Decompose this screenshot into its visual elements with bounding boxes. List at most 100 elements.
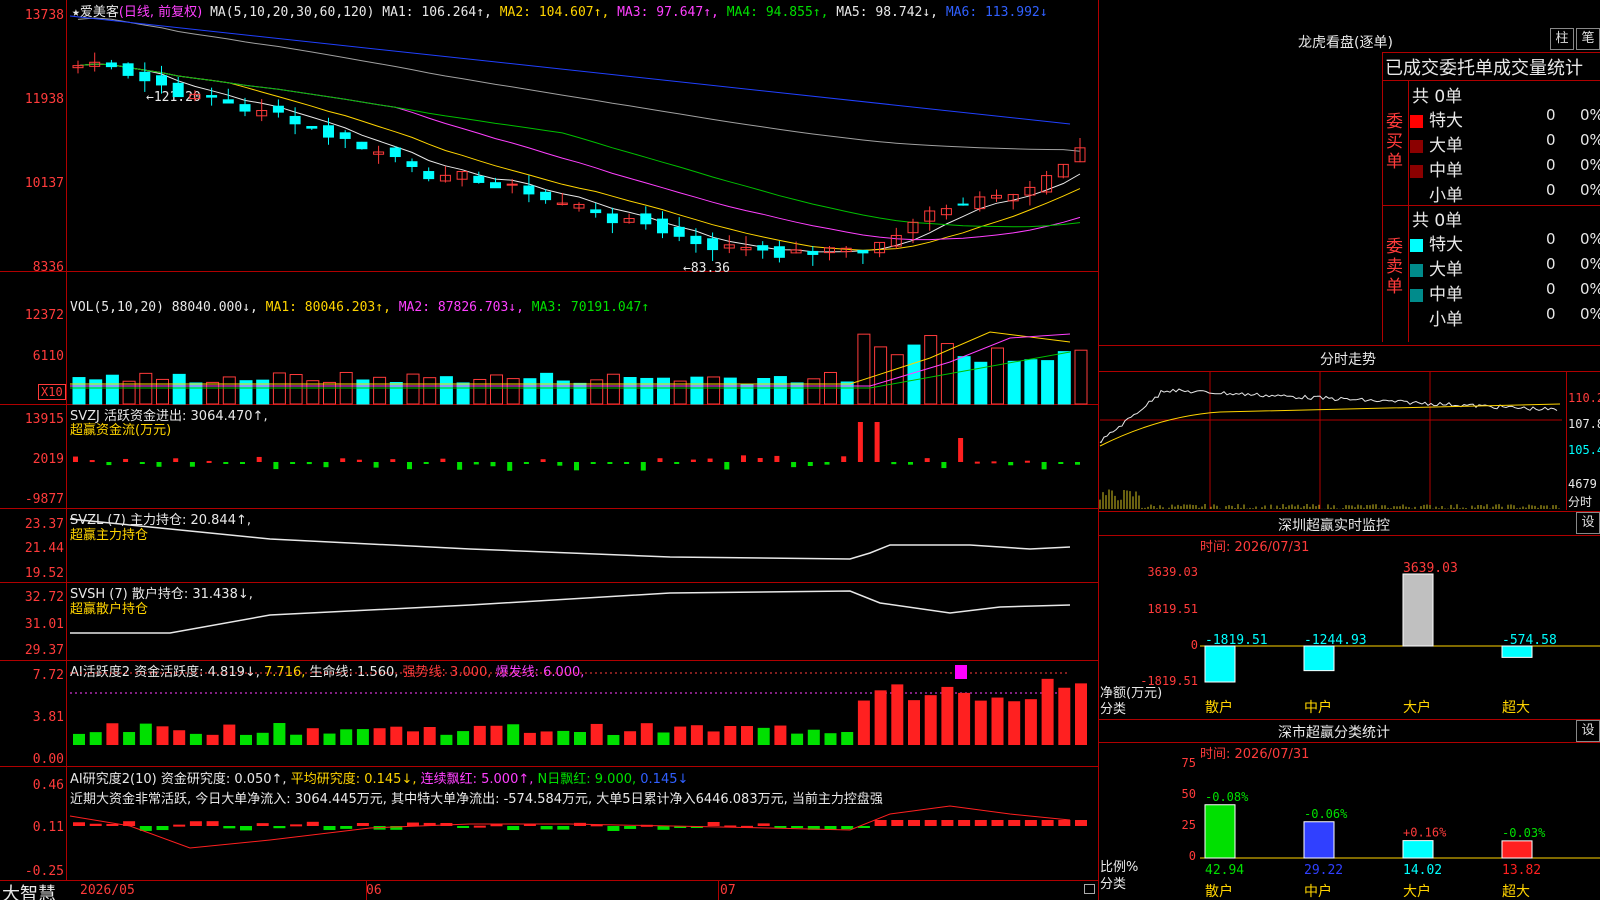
ai-active-bar (1058, 687, 1071, 745)
pen-mode-button[interactable]: 笔 (1576, 28, 1600, 50)
fund-flow-bar (139, 462, 145, 464)
ai-active-bar (857, 700, 870, 745)
ai-active-bar (89, 732, 102, 745)
sz-monitor-settings-button[interactable]: 设 (1576, 512, 1600, 534)
sz-category-settings-button[interactable]: 设 (1576, 720, 1600, 742)
ai-research-bar (841, 826, 854, 830)
ai-research-tail: 0.145↓ (640, 772, 689, 787)
buy-row-pct: 0% (1580, 131, 1600, 149)
sz-category-y-tick: 50 (1181, 787, 1196, 801)
sz-category-bar-change: -0.08% (1205, 790, 1249, 804)
candlestick (272, 105, 284, 113)
ai-research-bar (340, 826, 353, 829)
ai-research-line (69, 805, 1071, 849)
sz-monitor-bar-value: -574.58 (1502, 633, 1557, 648)
volume-bar (172, 373, 186, 405)
ai-research-summary: 近期大资金非常活跃, 今日大单净流入: 3064.445万元, 其中特大单净流出… (70, 792, 883, 807)
ai-active-bar (958, 692, 971, 745)
volume-bar (991, 347, 1004, 405)
ai-active-bar (991, 697, 1004, 745)
buy-row-pct: 0% (1580, 106, 1600, 124)
buy-total: 共 0单 (1412, 87, 1463, 107)
fund-flow-bar (323, 462, 329, 468)
dragon-tiger-subtitle: 已成交委托单成交量统计 (1385, 58, 1583, 79)
volume-bar (857, 333, 871, 405)
ai-active-bar (690, 725, 703, 745)
sz-monitor-category-label: 超大 (1502, 700, 1530, 716)
fund-flow-bar (106, 462, 112, 466)
volume-bar (72, 377, 86, 405)
buy-row-label: 特大 (1429, 111, 1463, 131)
volume-bar (707, 376, 721, 405)
volume-bar (423, 377, 437, 405)
vol-ma3: MA3: 70191.047↑ (531, 300, 650, 315)
fund-flow-bar (791, 462, 797, 468)
ai-research-red: 连续飘红: 5.000↑, (420, 772, 534, 787)
sz-category-y-tick: 0 (1188, 849, 1196, 863)
ai-research-bar (507, 826, 520, 831)
intraday-y-tick: 110.2 (1568, 391, 1600, 405)
candlestick (473, 175, 485, 183)
ai-research-bar (490, 824, 503, 827)
volume-bar (740, 383, 754, 405)
ai-research-bar (1024, 820, 1037, 826)
y-tick-vol: 6110 (32, 349, 64, 364)
ai-active-bar (741, 726, 753, 745)
ai-research-bar (974, 820, 987, 826)
sell-row-count: 0 (1546, 280, 1556, 298)
buy-row-count: 0 (1546, 131, 1556, 149)
ai-active-bar (507, 724, 520, 745)
sell-row-pct: 0% (1580, 280, 1600, 298)
ai-research-bar (941, 820, 954, 826)
ai-active-bar (941, 686, 954, 745)
y-tick-vol: 12372 (24, 308, 64, 323)
ai-research-bar (89, 823, 102, 826)
fund-flow-bar (89, 460, 95, 463)
fund-flow-bar (574, 462, 579, 471)
sell-row-pct: 0% (1580, 255, 1600, 273)
y-tick-svsh: 29.37 (24, 643, 64, 658)
intraday-line-chart (1099, 372, 1562, 509)
ai-research-bar (991, 820, 1004, 826)
lock-icon[interactable] (1084, 884, 1095, 894)
ai-research-bar (407, 822, 419, 826)
sz-monitor-category-label: 大户 (1403, 699, 1431, 716)
buy-row-label: 中单 (1429, 161, 1463, 181)
vol-header: VOL(5,10,20) 88040.000↓, MA1: 80046.203↑… (70, 300, 649, 315)
ai-active-bar (841, 731, 854, 745)
ai-active-bar (139, 723, 152, 745)
buy-row-pct: 0% (1580, 156, 1600, 174)
intraday-y-tick: 105.4 (1568, 443, 1600, 457)
fund-flow-bar (223, 462, 229, 464)
buy-row-count: 0 (1546, 106, 1556, 124)
ai-research-bars (69, 805, 1087, 849)
volume-bar (540, 372, 554, 405)
fund-flow-bar (674, 462, 680, 464)
ai-active-bar (624, 731, 637, 745)
fund-flow-bar (958, 438, 964, 462)
ai-active-bar (356, 729, 369, 745)
fund-flow-bar (540, 459, 546, 462)
ai-research-nred: N日飘红: 9.000, (537, 772, 637, 787)
volume-bar (840, 381, 854, 405)
ai-active-bar (874, 690, 887, 745)
ai-research-bar (908, 820, 920, 826)
fund-flow-bar (189, 462, 195, 467)
color-swatch-icon (1410, 263, 1423, 277)
y-tick-svzl: 19.52 (24, 566, 64, 581)
sz-monitor-bar-value: -1819.51 (1205, 633, 1268, 648)
fund-flow-bar (941, 462, 947, 469)
intraday-avg-line (1099, 403, 1561, 447)
volume-bar (156, 378, 169, 405)
bar-mode-button[interactable]: 柱 (1550, 28, 1574, 50)
ai-active-bar (390, 726, 403, 745)
y-tick-ai: 3.81 (32, 710, 64, 725)
ai-active-bar (407, 731, 419, 745)
candlestick (690, 235, 702, 245)
fund-flow-bar (490, 462, 496, 467)
y-tick-svzl: 23.37 (24, 517, 64, 532)
fund-flow-bar (908, 462, 913, 465)
ai-active-bar (574, 732, 586, 745)
volume-bar (623, 377, 637, 405)
ai-research-bar (757, 823, 770, 826)
